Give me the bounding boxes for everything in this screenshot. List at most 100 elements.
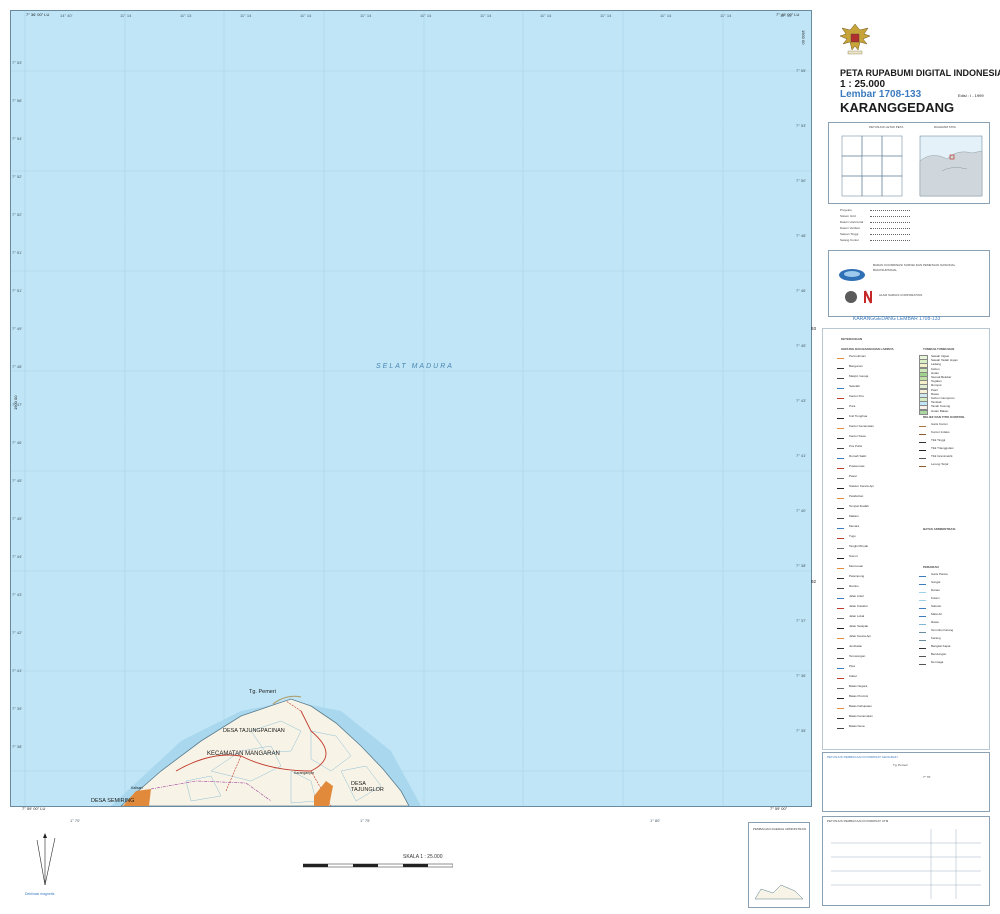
legend-item: Titik Trianggulasi [919,446,989,451]
legend-symbol-icon [837,565,844,569]
legend-item: Batas Desa [837,724,907,729]
legend-item: Pelabuhan [837,494,907,499]
place-kalisari: Kalisari [131,786,143,790]
legend-item: Lereng Terjal [919,462,989,467]
legend-item: Titik Tinggi [919,438,989,443]
legend-item: Pura [837,404,907,409]
legend-item: Saluran [919,604,989,609]
partner-logo-icon [845,290,872,304]
legend-symbol-icon [919,431,926,435]
declination-label: Deklinasi magnetis [25,892,55,896]
legend-item: Terumbu Karang [919,628,989,633]
legend-symbol-icon [837,545,844,549]
legend-item: Garis Kontur [919,422,989,427]
legend-label: Jalan Setapak [849,624,869,628]
legend-item: Jalan Setapak [837,624,907,629]
legend-label: Sumur [849,554,858,558]
agency-name-1: BADAN KOORDINASI SURVEI DAN PEMETAAN NAS… [873,263,956,267]
legend-symbol-icon [919,605,926,609]
legend-symbol-icon [837,515,844,519]
left-tick-label: 7° 43' [12,592,23,597]
legend-symbol-icon [919,629,926,633]
info-leader [870,216,910,217]
info-leader [870,228,910,229]
legend-item: Stasiun Kereta Api [837,484,907,489]
top-tick-label: 11° 14 [540,13,552,18]
legend-label: Masjid, Gereja [849,374,869,378]
legend-label: Dermaga [931,660,944,664]
legend-water-heading: PERAIRAN [923,565,939,569]
legend-label: Garis Kontur [931,422,948,426]
left-tick-label: 7° 45' [12,478,23,483]
right-tick-label: 7° 38' [796,563,807,568]
right-tick-label: 7° 55' [796,68,807,73]
legend-symbol-icon [837,375,844,379]
legend-item: Sekolah [837,384,907,389]
legend-symbol-icon [837,435,844,439]
legend-symbol-icon [837,645,844,649]
index-label: PETUNJUK LETAK PETA [869,125,904,129]
legend-label: Menara [849,524,860,528]
legend-item: Karang [919,636,989,641]
place-desa-tajungpacinan: DESA TAJUNGPACINAN [223,728,285,734]
legend-item: Pasar [837,474,907,479]
legend-symbol-icon [837,485,844,489]
legend-symbol-icon [837,655,844,659]
legend-label: Bangunan [849,364,863,368]
left-tick-label: 7° 39' [12,706,23,711]
info-row: Datum Vertikal [840,226,980,230]
legend-label: Bangkai Kapal [931,644,951,648]
legend-label: Pelampung [849,574,865,578]
legend-label: Batas Provinsi [849,694,869,698]
info-leader [870,240,910,241]
legend-label: Pura [849,404,856,408]
legend-symbol-icon [919,463,926,467]
map-frame[interactable]: SELAT MADURA Tg. Pemeri DESA TAJUNGPACIN… [10,10,812,807]
legend-label: Kantor Desa [849,434,866,438]
legend-label: Sekolah [849,384,860,388]
legend-item: Batas Provinsi [837,694,907,699]
left-tick-label: 7° 51' [12,288,23,293]
left-tick-label: 7° 49' [12,326,23,331]
legend-label: Saluran [931,604,942,608]
map-canvas[interactable] [11,11,811,806]
top-tick-label: 11° 14 [360,13,372,18]
index-grid-diagram [841,135,983,197]
legend-label: Rawa [931,620,939,624]
legend-symbol-icon [837,405,844,409]
garuda-emblem-icon [839,23,871,55]
legend-label: Tempat Ibadah [849,504,869,508]
legend-item: Kuil Tionghoa [837,414,907,419]
legend-item: Jalan Arteri [837,594,907,599]
info-label: Selang Kontur [840,238,860,242]
legend-label: Jalan Kolektor [849,604,869,608]
legend-label: Pos Polisi [849,444,863,448]
legend-symbol-icon [837,585,844,589]
legend-item: Kantor Desa [837,434,907,439]
legend-label: Makam [849,514,859,518]
info-leader [870,234,910,235]
legend-symbol-icon [919,661,926,665]
info-label: Sistem Grid [840,214,856,218]
agency-panel: BADAN KOORDINASI SURVEI DAN PEMETAAN NAS… [828,250,990,317]
legend-label: Lereng Terjal [931,462,949,466]
legend-item: Tangki Minyak [837,544,907,549]
legend-item: Mercusuar [837,564,907,569]
right-tick-label: 7° 46' [796,288,807,293]
legend-symbol-icon [837,365,844,369]
legend-label: Puskesmas [849,464,865,468]
legend-symbol-icon [837,695,844,699]
agency-name-2: BAKOSURTANAL [873,268,898,272]
legend-symbol-icon [837,595,844,599]
info-leader [870,210,910,211]
legend-symbol-icon [919,573,926,577]
legend-symbol-icon [919,653,926,657]
info-label: Datum Vertikal [840,226,860,230]
place-desa-semiring: DESA SEMIRING [91,798,135,804]
legend-left-heading: GEDUNG DAN BANGUNAN LAINNYA [841,347,894,351]
legend-label: Garis Pantai [931,572,948,576]
legend-symbol-icon [837,415,844,419]
legend-symbol-icon [919,409,928,415]
legend-item: Sumur [837,554,907,559]
legend-label: Tugu [849,534,856,538]
